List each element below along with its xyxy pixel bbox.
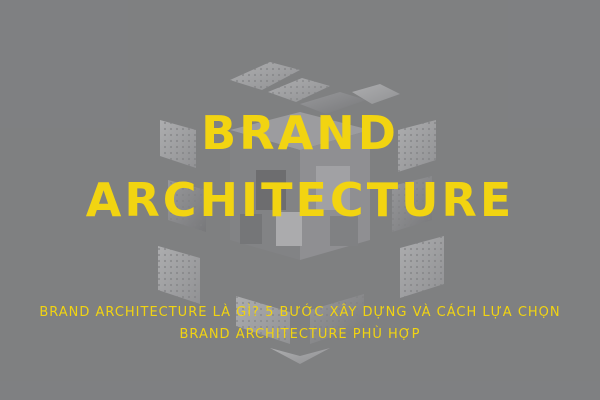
page-title-line-1: BRAND — [201, 106, 399, 160]
subtitle-line-2: BRAND ARCHITECTURE PHÙ HỢP — [179, 327, 421, 342]
subtitle-line-1: BRAND ARCHITECTURE LÀ GÌ? 5 BƯỚC XÂY DỰN… — [39, 305, 561, 320]
page-title-line-2: ARCHITECTURE — [85, 173, 515, 227]
